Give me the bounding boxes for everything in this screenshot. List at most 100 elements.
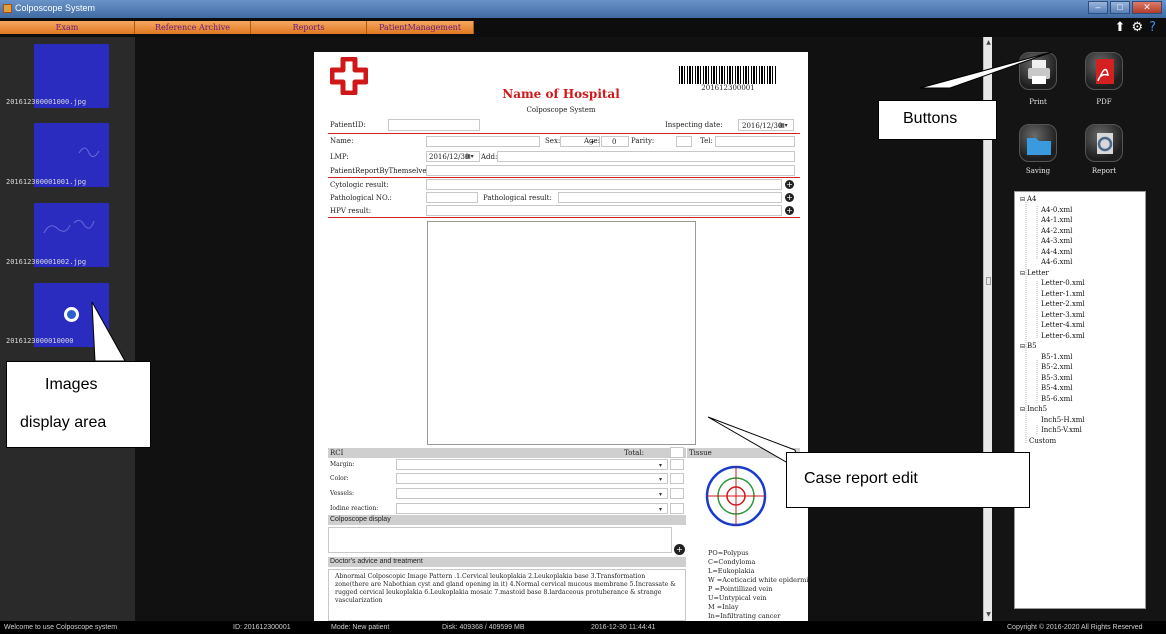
collapse-icon[interactable]: ⊟ [1020,406,1027,413]
vessels-score[interactable] [670,488,684,499]
tree-item-template-file[interactable]: A4-6.xml [1041,258,1072,266]
color-select[interactable]: ▾ [396,473,668,484]
chevron-down-icon: ▾ [659,462,663,469]
tree-item-template-file[interactable]: Letter-3.xml [1041,311,1085,319]
tree-item-template-file[interactable]: A4-1.xml [1041,216,1072,224]
pathological-result-input[interactable] [558,192,782,203]
scroll-up-icon[interactable]: ▲ [985,39,992,47]
scroll-thumb[interactable] [986,277,991,285]
minimize-button[interactable]: – [1088,1,1108,14]
cytologic-result-input[interactable] [426,179,782,190]
tab-reference-archive[interactable]: Reference Archive [135,21,251,34]
print-button[interactable] [1019,52,1057,90]
tree-group-label: Letter [1026,268,1049,277]
vessels-select[interactable]: ▾ [396,488,668,499]
tree-item-template-file[interactable]: B5-6.xml [1041,395,1072,403]
status-bar: Welcome to use Colposcope system ID: 201… [0,621,1166,634]
tree-item-template-file[interactable]: A4-3.xml [1041,237,1072,245]
thumbnail-filename: 201612300001000.jpg [6,98,87,106]
tree-group-label: B5 [1026,342,1037,350]
report-button[interactable] [1085,124,1123,162]
help-icon[interactable]: ? [1149,20,1156,35]
tree-group-b5[interactable]: ⊟ B5 [1020,342,1037,350]
tree-item-template-file[interactable]: B5-1.xml [1041,353,1072,361]
images-callout-line1: Images [45,376,98,393]
tree-item-template-file[interactable]: B5-2.xml [1041,363,1072,371]
tel-input[interactable] [715,136,795,147]
tab-patient-management[interactable]: PatientManagement [367,21,474,34]
add-cytologic-button[interactable]: + [785,180,794,189]
tree-item-template-file[interactable]: Letter-4.xml [1041,321,1085,329]
tree-item-template-file[interactable]: B5-4.xml [1041,384,1072,392]
tab-reports[interactable]: Reports [251,21,367,34]
tree-group-inch5[interactable]: ⊟ Inch5 [1020,405,1047,413]
maximize-button[interactable]: □ [1110,1,1130,14]
saving-button[interactable] [1019,124,1057,162]
report-label: Report [1091,167,1117,175]
hospital-name[interactable]: Name of Hospital [314,87,808,101]
doctor-advice-input[interactable]: Abnormal Colposcopic Image Pattern .1.Ce… [328,569,686,621]
legend-item: PO=Polypus [708,549,749,557]
images-callout: Images display area [6,361,151,448]
play-icon[interactable] [64,307,79,322]
add-pathological-button[interactable]: + [785,193,794,202]
tree-group-a4[interactable]: ⊟ A4 [1020,195,1036,203]
pdf-button[interactable] [1085,52,1123,90]
divider [328,133,800,134]
buttons-callout-text: Buttons [903,110,958,127]
tree-item-template-file[interactable]: Inch5-V.xml [1041,426,1082,434]
parity-input[interactable] [676,136,692,147]
scroll-down-icon[interactable]: ▼ [985,611,992,619]
calendar-icon[interactable]: ▦▾ [465,153,474,160]
inspecting-date-value: 2016/12/30 [742,122,783,130]
tissue-diagram[interactable] [704,464,768,528]
printer-icon [1028,60,1050,84]
thumbnail-filename: 201612300001001.jpg [6,178,87,186]
iodine-reaction-select[interactable]: ▾ [396,503,668,514]
collapse-icon[interactable]: ⊟ [1020,196,1027,203]
name-label: Name: [330,137,354,145]
collapse-icon[interactable]: ⊟ [1020,343,1027,350]
tree-item-template-file[interactable]: A4-2.xml [1041,227,1072,235]
tree-item-template-file[interactable]: Letter-1.xml [1041,290,1085,298]
collapse-icon[interactable]: ⊟ [1020,270,1027,277]
lmp-date-picker[interactable]: 2016/12/30 ▦▾ [426,151,480,162]
margin-select[interactable]: ▾ [396,459,668,470]
gear-icon[interactable]: ⚙ [1131,20,1143,35]
colposcope-display-label: Colposcope display [330,516,391,523]
self-report-input[interactable] [426,165,795,176]
age-input[interactable]: 0 [601,136,629,147]
tab-exam[interactable]: Exam [0,21,135,34]
case-report-callout-text: Case report edit [804,470,918,487]
iodine-reaction-score[interactable] [670,503,684,514]
color-score[interactable] [670,473,684,484]
colposcope-display-header: Colposcope display [328,515,686,525]
total-input[interactable] [670,447,684,458]
margin-score[interactable] [670,459,684,470]
lmp-label: LMP: [330,153,349,161]
tree-item-template-file[interactable]: Letter-2.xml [1041,300,1085,308]
report-image-area[interactable] [427,221,696,445]
inspecting-date-picker[interactable]: 2016/12/30 ▦▾ [738,119,794,131]
tree-item-template-file[interactable]: B5-3.xml [1041,374,1072,382]
pathological-no-input[interactable] [426,192,478,203]
tree-group-custom[interactable]: Custom [1029,437,1056,445]
colposcope-display-input[interactable] [328,527,672,553]
tree-group-letter[interactable]: ⊟ Letter [1020,269,1049,277]
address-input[interactable] [497,151,795,162]
hpv-result-input[interactable] [426,205,782,216]
add-hpv-button[interactable]: + [785,206,794,215]
tree-item-template-file[interactable]: A4-0.xml [1041,206,1072,214]
cytologic-result-label: Cytologic result: [330,181,389,189]
window-controls: – □ ✕ [1088,1,1162,14]
patient-id-input[interactable] [388,119,480,131]
name-input[interactable] [426,136,540,147]
tree-item-template-file[interactable]: Inch5-H.xml [1041,416,1085,424]
close-button[interactable]: ✕ [1132,1,1162,14]
tree-item-template-file[interactable]: A4-4.xml [1041,248,1072,256]
calendar-icon[interactable]: ▦▾ [779,122,788,129]
tree-item-template-file[interactable]: Letter-6.xml [1041,332,1085,340]
tree-item-template-file[interactable]: Letter-0.xml [1041,279,1085,287]
upload-icon[interactable]: ⬆ [1115,20,1126,35]
add-colposcope-display-button[interactable]: + [674,544,685,555]
